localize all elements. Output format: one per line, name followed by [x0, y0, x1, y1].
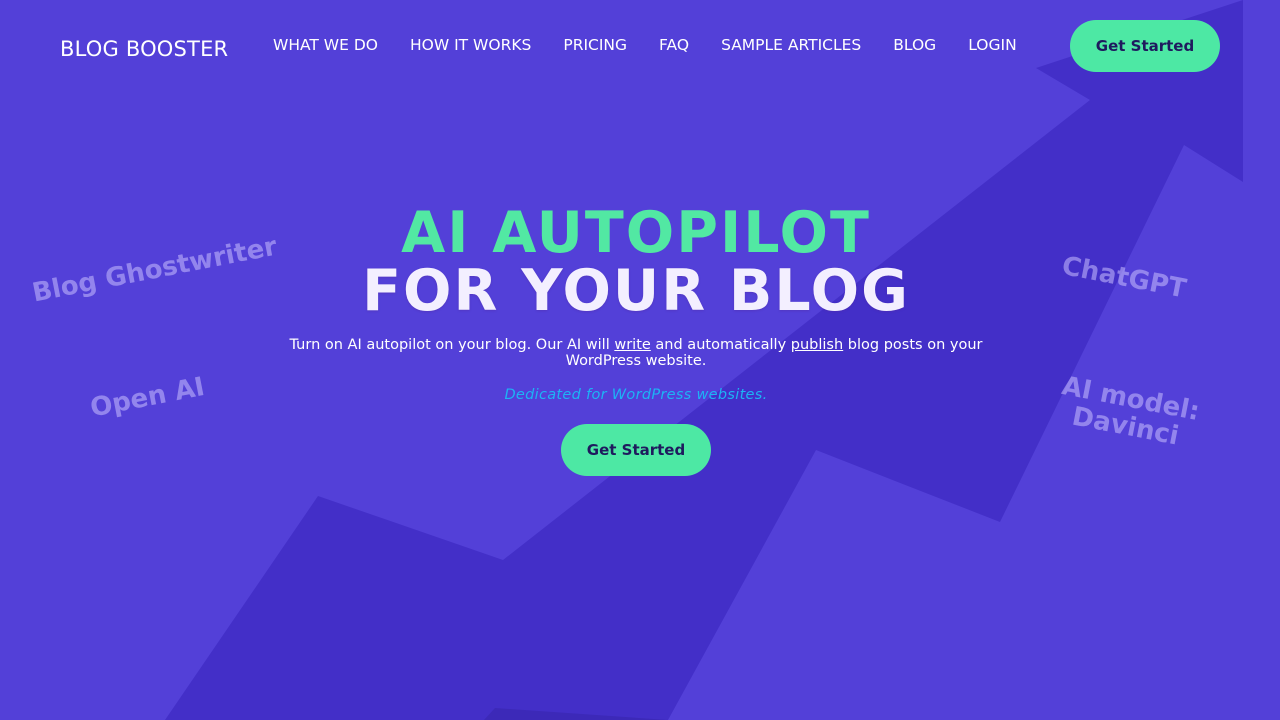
hero-get-started-button[interactable]: Get Started [561, 424, 711, 476]
hero-desc-text-1: Turn on AI autopilot on your blog. Our A… [289, 337, 615, 353]
nav-item-pricing[interactable]: PRICING [563, 36, 627, 54]
nav-item-faq[interactable]: FAQ [659, 36, 689, 54]
brand-logo[interactable]: BLOG BOOSTER [60, 37, 228, 61]
nav-item-blog[interactable]: BLOG [893, 36, 936, 54]
top-nav: BLOG BOOSTER WHAT WE DO HOW IT WORKS PRI… [0, 0, 1280, 92]
wordpress-note: Dedicated for WordPress websites. [504, 387, 768, 403]
hero-title-line1: AI AUTOPILOT [401, 200, 871, 266]
nav-menu: WHAT WE DO HOW IT WORKS PRICING FAQ SAMP… [273, 36, 1017, 54]
hero-desc-text-2: and automatically [650, 337, 791, 353]
write-link[interactable]: write [614, 337, 650, 353]
nav-item-what-we-do[interactable]: WHAT WE DO [273, 36, 378, 54]
hero-description: Turn on AI autopilot on your blog. Our A… [280, 337, 992, 369]
publish-link[interactable]: publish [791, 337, 843, 353]
nav-get-started-button[interactable]: Get Started [1070, 20, 1220, 72]
hero-title-line2: FOR YOUR BLOG [362, 258, 910, 324]
landing-page: BLOG BOOSTER WHAT WE DO HOW IT WORKS PRI… [0, 0, 1280, 720]
nav-item-sample-articles[interactable]: SAMPLE ARTICLES [721, 36, 861, 54]
nav-item-login[interactable]: LOGIN [968, 36, 1016, 54]
nav-item-how-it-works[interactable]: HOW IT WORKS [410, 36, 531, 54]
